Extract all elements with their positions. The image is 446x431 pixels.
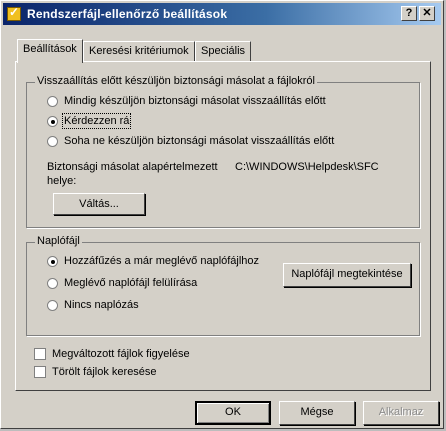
log-group: Naplófájl Hozzáfűzés a már meglévő napló… (26, 235, 420, 336)
tab-advanced[interactable]: Speciális (195, 41, 252, 61)
log-append-label: Hozzáfűzés a már meglévő naplófájlhoz (64, 255, 260, 267)
tab-panel-settings: Visszaállítás előtt készüljön biztonsági… (15, 61, 431, 391)
backup-location-label-cont: helye: (47, 175, 77, 187)
log-overwrite-option[interactable]: Meglévő naplófájl felülírása (47, 277, 197, 289)
change-location-button[interactable]: Váltás... (53, 193, 145, 215)
title-bar[interactable]: Rendszerfájl-ellenőrző beállítások ? ✕ (3, 3, 441, 25)
backup-always-label: Mindig készüljön biztonsági másolat viss… (64, 95, 326, 107)
backup-location-label: Biztonsági másolat alapértelmezett (47, 161, 218, 173)
monitor-changed-label: Megváltozott fájlok figyelése (52, 348, 190, 360)
backup-group: Visszaállítás előtt készüljön biztonsági… (26, 75, 420, 228)
apply-button[interactable]: Alkalmaz (363, 401, 439, 425)
backup-never-radio[interactable] (47, 135, 58, 147)
monitor-changed-option[interactable]: Megváltozott fájlok figyelése (34, 348, 190, 360)
ok-button[interactable]: OK (195, 401, 271, 425)
log-overwrite-label: Meglévő naplófájl felülírása (64, 277, 198, 289)
backup-never-option[interactable]: Soha ne készüljön biztonsági másolat vis… (47, 135, 334, 147)
log-append-radio[interactable] (47, 255, 58, 267)
log-none-label: Nincs naplózás (64, 299, 139, 311)
backup-ask-radio[interactable] (47, 115, 58, 127)
close-button[interactable]: ✕ (419, 6, 435, 21)
backup-ask-option[interactable]: Kérdezzen rá (47, 113, 132, 129)
log-group-title: Naplófájl (35, 235, 82, 247)
backup-always-option[interactable]: Mindig készüljön biztonsági másolat viss… (47, 95, 326, 107)
log-append-option[interactable]: Hozzáfűzés a már meglévő naplófájlhoz (47, 255, 259, 267)
backup-group-title: Visszaállítás előtt készüljön biztonsági… (35, 75, 317, 87)
backup-ask-label: Kérdezzen rá (61, 113, 132, 129)
cancel-button[interactable]: Mégse (279, 401, 355, 425)
window-title: Rendszerfájl-ellenőrző beállítások (27, 7, 228, 21)
tab-settings[interactable]: Beállítások (17, 39, 83, 63)
search-deleted-option[interactable]: Törölt fájlok keresése (34, 366, 157, 378)
search-deleted-checkbox[interactable] (34, 366, 46, 378)
monitor-changed-checkbox[interactable] (34, 348, 46, 360)
log-none-option[interactable]: Nincs naplózás (47, 299, 139, 311)
backup-location-path: C:\WINDOWS\Helpdesk\SFC (235, 161, 379, 173)
backup-always-radio[interactable] (47, 95, 58, 107)
log-overwrite-radio[interactable] (47, 277, 58, 289)
search-deleted-label: Törölt fájlok keresése (52, 366, 157, 378)
settings-dialog: Rendszerfájl-ellenőrző beállítások ? ✕ B… (0, 0, 444, 429)
help-button[interactable]: ? (401, 6, 417, 21)
tab-search-criteria[interactable]: Keresési kritériumok (83, 41, 195, 61)
backup-never-label: Soha ne készüljön biztonsági másolat vis… (64, 135, 335, 147)
view-log-button[interactable]: Naplófájl megtekintése (283, 263, 411, 287)
system-file-checker-icon (7, 5, 21, 21)
log-none-radio[interactable] (47, 299, 58, 311)
